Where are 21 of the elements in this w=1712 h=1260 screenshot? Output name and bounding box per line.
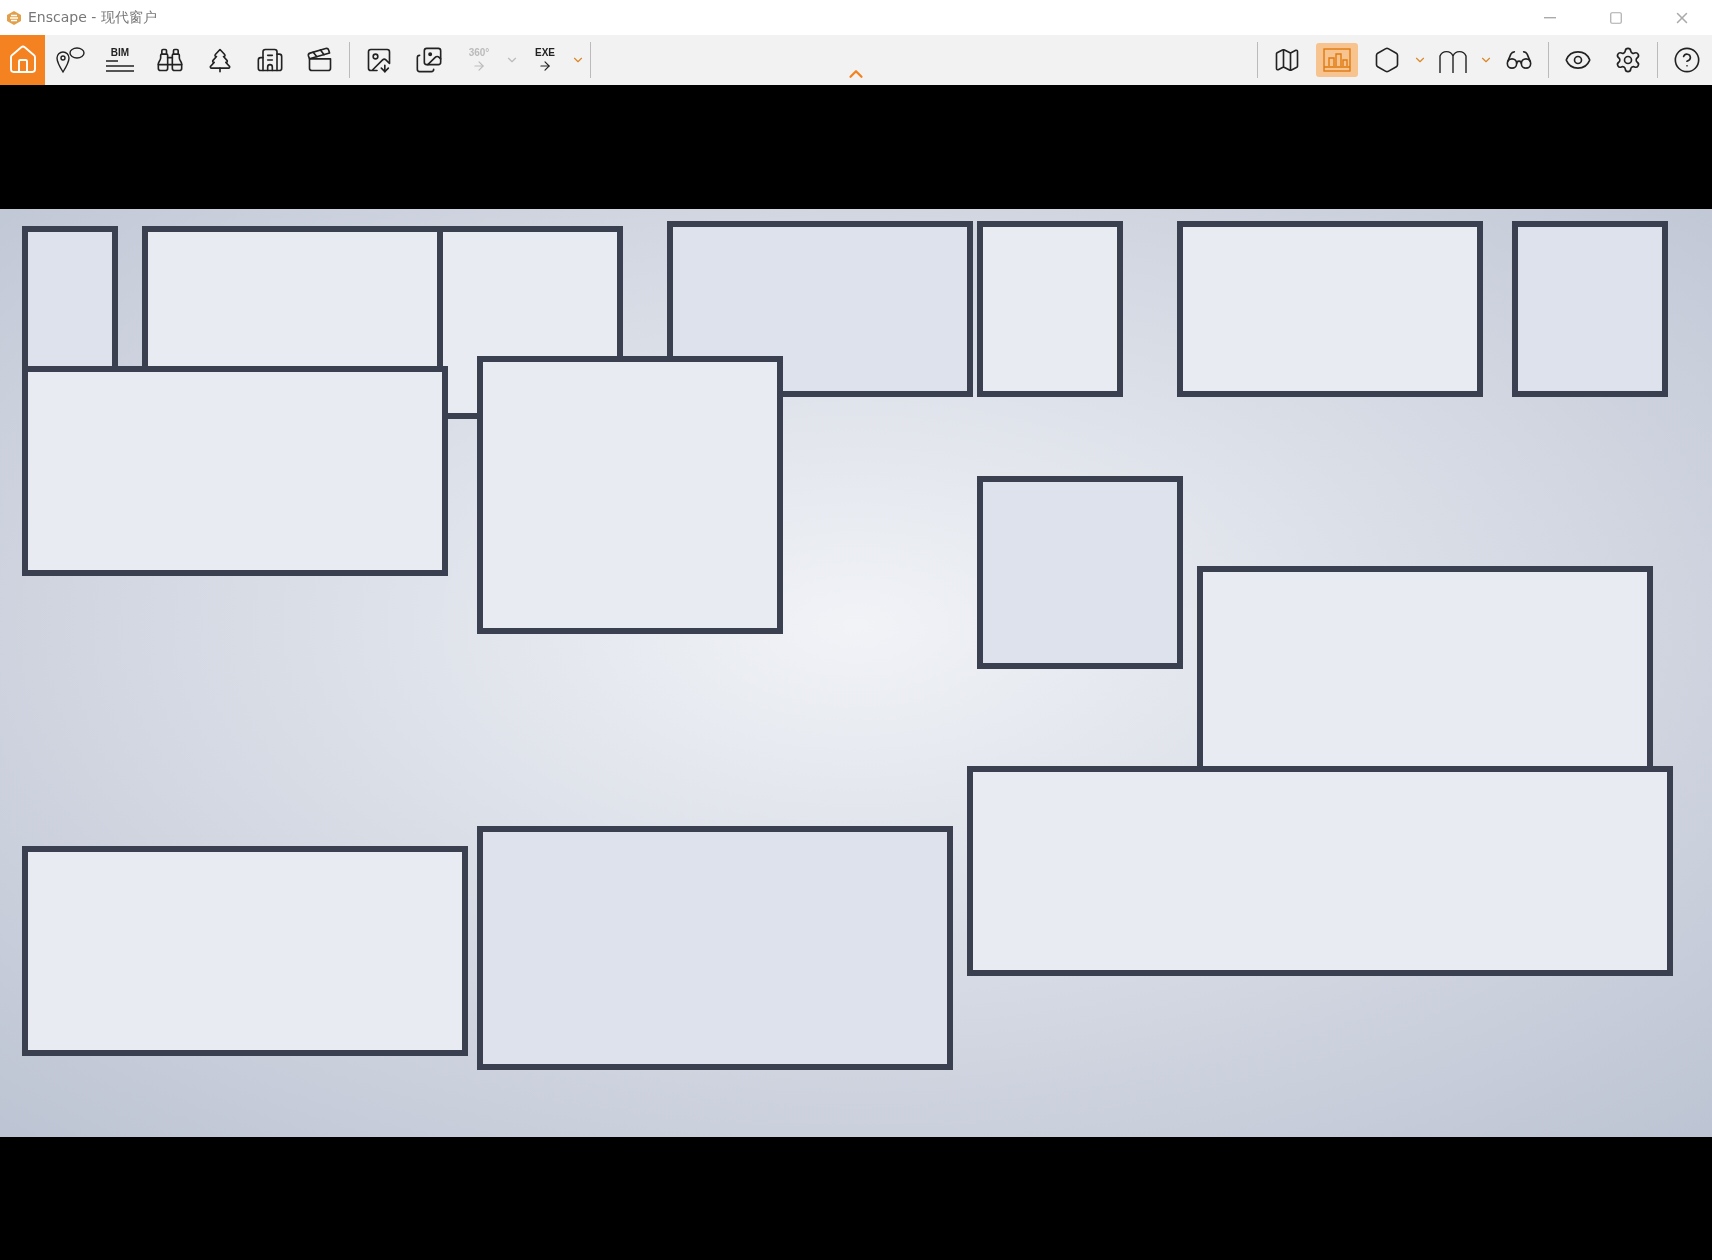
binoculars-icon [156, 46, 184, 74]
bim-label: BIM [110, 47, 130, 58]
hexagon-icon [1373, 46, 1401, 74]
clapperboard-icon [306, 46, 334, 74]
exe-button[interactable]: EXE [524, 43, 566, 77]
exe-label: EXE [535, 47, 555, 58]
app-logo-icon [6, 9, 22, 26]
arrow-icon [538, 58, 552, 73]
bim-button[interactable]: BIM [99, 43, 141, 77]
window-title: Enscape - 现代窗户 [28, 8, 158, 27]
images-icon [415, 46, 443, 74]
help-icon [1673, 46, 1701, 74]
pin-comment-icon [54, 46, 86, 74]
minimize-icon [1544, 16, 1556, 19]
render-window-icon [1323, 48, 1351, 72]
settings-icon [1614, 46, 1642, 74]
map-icon [1273, 46, 1301, 74]
buildings-icon [256, 46, 284, 74]
image-export-icon [365, 46, 393, 74]
lines-icon [105, 58, 135, 73]
maximize-icon [1609, 10, 1623, 25]
